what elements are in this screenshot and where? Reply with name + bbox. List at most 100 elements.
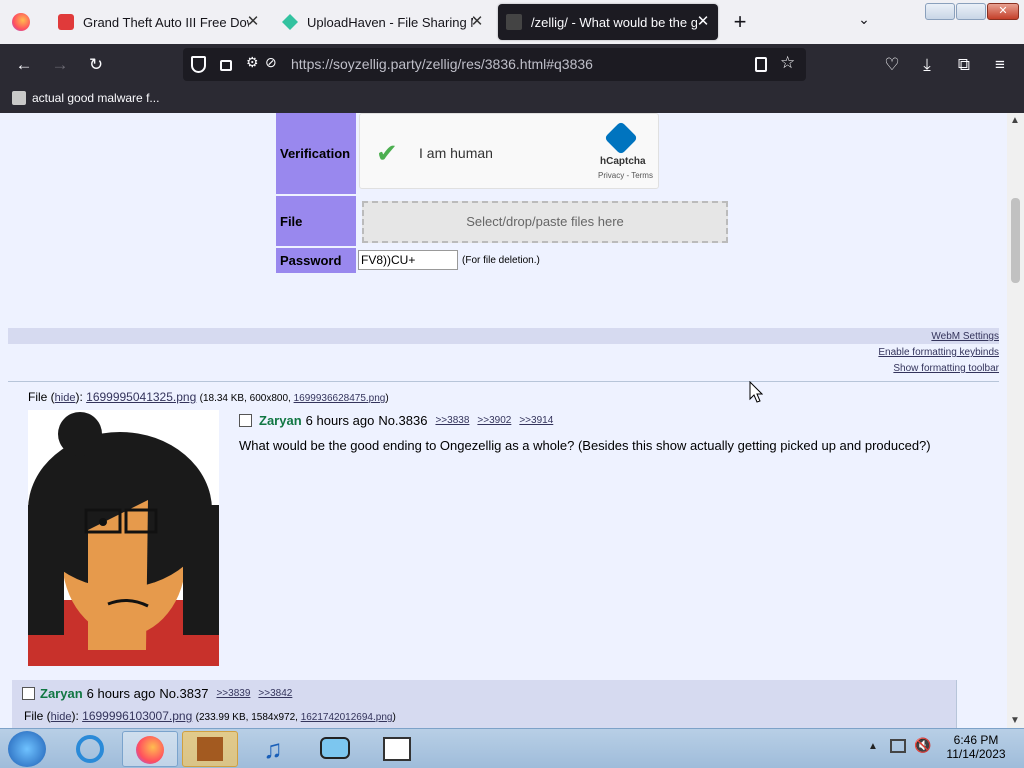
reload-icon[interactable]: ↻ bbox=[83, 52, 109, 78]
original-filename-link[interactable]: 1699936628475.png bbox=[294, 393, 386, 404]
pocket-icon[interactable]: ♡ bbox=[879, 52, 905, 78]
reader-view-icon[interactable] bbox=[755, 57, 767, 72]
firefox-menu-icon[interactable] bbox=[12, 13, 30, 31]
page-scrollbar[interactable]: ▲ ▼ bbox=[1007, 113, 1024, 728]
poster-name: Zaryan bbox=[40, 686, 83, 701]
page-viewport: Verification ✔ I am human hCaptcha Priva… bbox=[0, 113, 1024, 728]
captcha-text: I am human bbox=[419, 145, 493, 161]
file-label: File bbox=[276, 196, 356, 246]
soyjak-drawing bbox=[28, 412, 219, 666]
close-tab-icon[interactable]: ✕ bbox=[694, 13, 712, 31]
scroll-down-arrow-icon[interactable]: ▼ bbox=[1010, 715, 1020, 726]
hcaptcha-brand: hCaptcha bbox=[600, 156, 646, 167]
post-time: 6 hours ago bbox=[305, 413, 375, 428]
tab-gta[interactable]: Grand Theft Auto III Free Downl ✕ bbox=[50, 4, 268, 40]
file-dropzone[interactable]: Select/drop/paste files here bbox=[362, 201, 728, 243]
tracking-off-icon[interactable]: ⊘ bbox=[265, 54, 277, 71]
password-input[interactable]: FV8))CU+ bbox=[358, 250, 458, 270]
reply-backlink[interactable]: >>3839 bbox=[216, 688, 250, 699]
network-icon[interactable] bbox=[890, 739, 906, 753]
file-meta: (233.99 KB, 1584x972, bbox=[195, 712, 301, 723]
reply-backlink[interactable]: >>3902 bbox=[477, 415, 511, 426]
firefox-taskbar-icon[interactable] bbox=[122, 731, 178, 767]
hide-link[interactable]: hide bbox=[51, 711, 72, 723]
op-file-info: File (hide): 1699995041325.png (18.34 KB… bbox=[28, 390, 389, 404]
extensions-icon[interactable]: ⧉ bbox=[951, 52, 977, 78]
bookmark-star-icon[interactable]: ☆ bbox=[780, 53, 795, 73]
op-image-thumbnail[interactable] bbox=[28, 410, 219, 666]
permissions-icon[interactable]: ⚙ bbox=[246, 54, 259, 71]
menu-hamburger-icon[interactable]: ≡ bbox=[987, 52, 1013, 78]
clock-time: 6:46 PM bbox=[953, 733, 999, 747]
hide-link[interactable]: hide bbox=[55, 392, 76, 404]
clock[interactable]: 6:46 PM 11/14/2023 bbox=[936, 733, 1016, 761]
formatting-toolbar-link[interactable]: Show formatting toolbar bbox=[893, 363, 999, 374]
uploadhaven-favicon-icon bbox=[282, 14, 298, 30]
file-meta: (18.34 KB, 600x800, bbox=[199, 393, 294, 404]
file-prefix: File ( bbox=[24, 709, 51, 723]
internet-explorer-taskbar-icon[interactable] bbox=[62, 731, 118, 767]
nerd-glasses-taskbar-icon[interactable] bbox=[307, 731, 363, 767]
file-prefix: File ( bbox=[28, 390, 55, 404]
bookmark-label: actual good malware f... bbox=[32, 91, 160, 105]
clock-date: 11/14/2023 bbox=[946, 747, 1006, 761]
post-number[interactable]: No.3836 bbox=[378, 413, 427, 428]
restore-button[interactable] bbox=[956, 3, 986, 20]
reply-filename-link[interactable]: 1699996103007.png bbox=[82, 709, 192, 723]
tab-zellig-active[interactable]: /zellig/ - What would be the go ✕ bbox=[498, 4, 718, 40]
close-tab-icon[interactable]: ✕ bbox=[244, 13, 262, 31]
file-mid: ): bbox=[71, 709, 83, 723]
select-post-checkbox[interactable] bbox=[239, 414, 252, 427]
gta-favicon-icon bbox=[58, 14, 74, 30]
news-app-taskbar-icon[interactable] bbox=[369, 731, 425, 767]
mouse-cursor-icon bbox=[749, 381, 763, 403]
close-tab-icon[interactable]: ✕ bbox=[468, 13, 486, 31]
tray-expand-icon[interactable]: ▲ bbox=[868, 741, 878, 752]
reply-file-info: File (hide): 1699996103007.png (233.99 K… bbox=[24, 709, 396, 723]
bookmarks-toolbar: actual good malware f... bbox=[0, 85, 1024, 113]
tab-title: UploadHaven - File Sharing Ma bbox=[307, 14, 473, 30]
close-window-button[interactable]: ✕ bbox=[987, 3, 1019, 20]
select-post-checkbox[interactable] bbox=[22, 687, 35, 700]
options-bar bbox=[8, 328, 999, 344]
checkmark-icon[interactable]: ✔ bbox=[376, 138, 398, 169]
password-note: (For file deletion.) bbox=[462, 255, 540, 266]
minimize-button[interactable] bbox=[925, 3, 955, 20]
original-filename-link[interactable]: 1621742012694.png bbox=[301, 712, 393, 723]
start-orb-icon[interactable] bbox=[8, 731, 46, 767]
hcaptcha-links[interactable]: Privacy - Terms bbox=[598, 171, 653, 180]
downloads-icon[interactable]: ⤓ bbox=[914, 52, 940, 78]
forward-arrow-icon[interactable]: → bbox=[47, 52, 73, 78]
reply-backlink[interactable]: >>3842 bbox=[258, 688, 292, 699]
poster-name: Zaryan bbox=[259, 413, 302, 428]
formatting-keybinds-link[interactable]: Enable formatting keybinds bbox=[878, 347, 999, 358]
password-value: FV8))CU+ bbox=[361, 253, 416, 267]
lock-icon[interactable] bbox=[220, 60, 232, 71]
back-arrow-icon[interactable]: ← bbox=[11, 52, 37, 78]
op-post-body: What would be the good ending to Ongezel… bbox=[239, 438, 931, 453]
bookmark-item[interactable]: actual good malware f... bbox=[12, 91, 159, 105]
shield-icon[interactable] bbox=[191, 56, 206, 73]
hcaptcha-widget[interactable]: ✔ I am human hCaptcha Privacy - Terms bbox=[359, 113, 659, 189]
windows-taskbar: ♫ ▲ 🔇 6:46 PM 11/14/2023 bbox=[0, 728, 1024, 768]
url-text[interactable]: https://soyzellig.party/zellig/res/3836.… bbox=[291, 48, 593, 81]
list-all-tabs-chevron-icon[interactable]: ⌄ bbox=[854, 11, 874, 31]
tab-strip: Grand Theft Auto III Free Downl ✕ Upload… bbox=[0, 0, 1024, 44]
url-bar[interactable]: ⚙ ⊘ https://soyzellig.party/zellig/res/3… bbox=[183, 48, 806, 81]
store-taskbar-icon[interactable] bbox=[182, 731, 238, 767]
post-number[interactable]: No.3837 bbox=[159, 686, 208, 701]
reply-backlink[interactable]: >>3838 bbox=[435, 415, 469, 426]
scrollbar-thumb[interactable] bbox=[1011, 198, 1020, 283]
op-filename-link[interactable]: 1699995041325.png bbox=[86, 390, 196, 404]
zellig-favicon-icon bbox=[506, 14, 522, 30]
new-tab-plus-icon[interactable]: + bbox=[729, 9, 751, 35]
file-mid: ): bbox=[75, 390, 87, 404]
volume-muted-icon[interactable]: 🔇 bbox=[914, 737, 931, 754]
reply-backlink[interactable]: >>3914 bbox=[519, 415, 553, 426]
itunes-taskbar-icon[interactable]: ♫ bbox=[245, 731, 301, 767]
tab-uploadhaven[interactable]: UploadHaven - File Sharing Ma ✕ bbox=[274, 4, 492, 40]
tab-title: Grand Theft Auto III Free Downl bbox=[83, 14, 249, 30]
scroll-up-arrow-icon[interactable]: ▲ bbox=[1010, 115, 1020, 126]
file-meta-end: ) bbox=[385, 393, 389, 404]
webm-settings-link[interactable]: WebM Settings bbox=[931, 331, 999, 342]
